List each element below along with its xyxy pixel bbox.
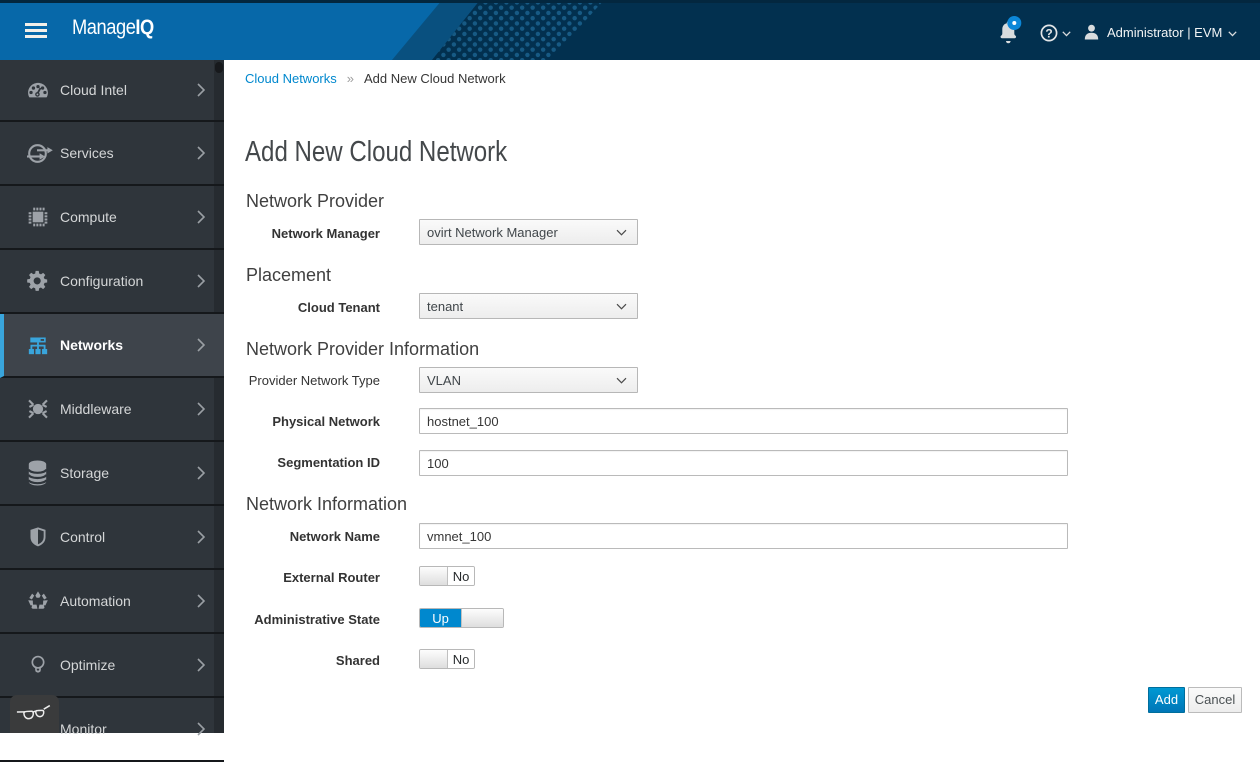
svg-text:?: ? [1045,26,1052,40]
